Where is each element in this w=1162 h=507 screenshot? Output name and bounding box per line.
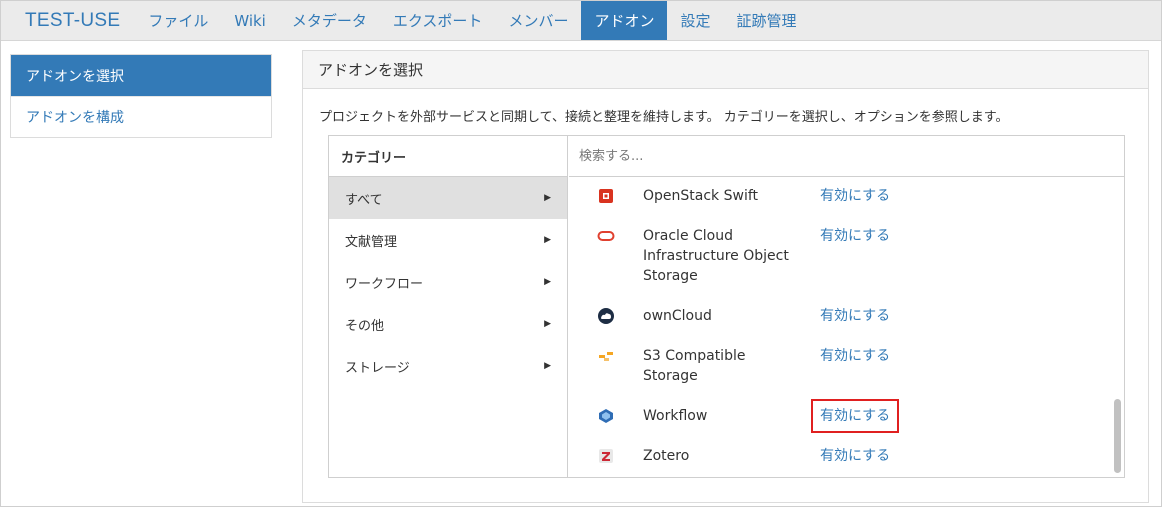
enable-addon-link[interactable]: 有効にする: [820, 306, 890, 326]
enable-addon-link[interactable]: 有効にする: [820, 186, 890, 206]
addon-list-scrollbar[interactable]: [1113, 177, 1122, 477]
addon-name: Zotero: [643, 448, 690, 464]
enable-addon-link[interactable]: 有効にする: [820, 226, 890, 246]
workflow-icon: [597, 407, 615, 425]
nav-addons[interactable]: アドオン: [581, 1, 668, 40]
nav-files[interactable]: ファイル: [135, 1, 221, 40]
scrollbar-thumb[interactable]: [1114, 399, 1121, 473]
addon-name: Workflow: [643, 408, 708, 424]
addon-search-input[interactable]: [569, 136, 1124, 177]
addon-row-openstack: OpenStack Swift 有効にする: [569, 186, 1109, 216]
sidebar-item-configure-addon[interactable]: アドオンを構成: [11, 96, 271, 137]
panel-description: プロジェクトを外部サービスと同期して、接続と整理を維持します。 カテゴリーを選択…: [319, 110, 1009, 125]
nav-audit-log[interactable]: 証跡管理: [723, 1, 809, 40]
enable-addon-link[interactable]: 有効にする: [820, 446, 890, 466]
nav-export[interactable]: エクスポート: [380, 1, 496, 40]
category-label: 文献管理: [345, 234, 398, 250]
addon-picker: カテゴリー すべて ▶ 文献管理 ▶ ワークフロー ▶ その他 ▶ ストレージ …: [328, 135, 1125, 478]
nav-settings[interactable]: 設定: [667, 1, 723, 40]
addon-sidebar: アドオンを選択 アドオンを構成: [10, 54, 272, 138]
category-label: ワークフロー: [345, 276, 424, 292]
category-header: カテゴリー: [329, 136, 567, 177]
sidebar-item-select-addon[interactable]: アドオンを選択: [11, 55, 271, 96]
caret-right-icon: ▶: [544, 319, 551, 329]
category-column: カテゴリー すべて ▶ 文献管理 ▶ ワークフロー ▶ その他 ▶ ストレージ …: [329, 136, 568, 477]
nav-metadata[interactable]: メタデータ: [279, 1, 380, 40]
addon-row-s3: S3 Compatible Storage 有効にする: [569, 346, 1109, 390]
oracle-icon: [597, 227, 615, 245]
openstack-icon: [597, 187, 615, 205]
addon-name: OpenStack Swift: [643, 188, 759, 204]
addon-name: ownCloud: [643, 308, 712, 324]
caret-right-icon: ▶: [544, 361, 551, 371]
category-item-citation[interactable]: 文献管理 ▶: [329, 219, 567, 261]
category-label: ストレージ: [345, 360, 410, 376]
addon-list[interactable]: OpenStack Swift 有効にする Oracle Cloud Infra…: [569, 177, 1124, 477]
nav-members[interactable]: メンバー: [495, 1, 581, 40]
addon-row-owncloud: ownCloud 有効にする: [569, 306, 1109, 336]
category-item-all[interactable]: すべて ▶: [329, 177, 567, 219]
owncloud-icon: [597, 307, 615, 325]
caret-right-icon: ▶: [544, 193, 551, 203]
caret-right-icon: ▶: [544, 235, 551, 245]
nav-wiki[interactable]: Wiki: [221, 1, 279, 40]
addon-name: Oracle Cloud Infrastructure Object Stora…: [643, 228, 789, 284]
category-item-other[interactable]: その他 ▶: [329, 303, 567, 345]
category-label: その他: [345, 318, 385, 334]
addon-row-workflow: Workflow 有効にする: [569, 399, 1109, 436]
category-item-workflow[interactable]: ワークフロー ▶: [329, 261, 567, 303]
category-item-storage[interactable]: ストレージ ▶: [329, 345, 567, 387]
top-navbar: TEST-USE ファイル Wiki メタデータ エクスポート メンバー アドオ…: [1, 1, 1161, 41]
enable-addon-link[interactable]: 有効にする: [820, 346, 890, 366]
addon-row-zotero: Zotero 有効にする: [569, 446, 1109, 476]
zotero-icon: [597, 447, 615, 465]
panel-title: アドオンを選択: [303, 51, 1148, 89]
select-addon-panel: アドオンを選択 プロジェクトを外部サービスと同期して、接続と整理を維持します。 …: [302, 50, 1149, 503]
enable-addon-link[interactable]: 有効にする: [810, 399, 900, 433]
category-label: すべて: [345, 192, 383, 208]
s3-icon: [597, 347, 615, 365]
caret-right-icon: ▶: [544, 277, 551, 287]
addon-list-column: OpenStack Swift 有効にする Oracle Cloud Infra…: [569, 136, 1124, 477]
addon-name: S3 Compatible Storage: [643, 348, 746, 384]
addon-row-oracle: Oracle Cloud Infrastructure Object Stora…: [569, 226, 1109, 290]
project-title-link[interactable]: TEST-USE: [1, 1, 135, 40]
